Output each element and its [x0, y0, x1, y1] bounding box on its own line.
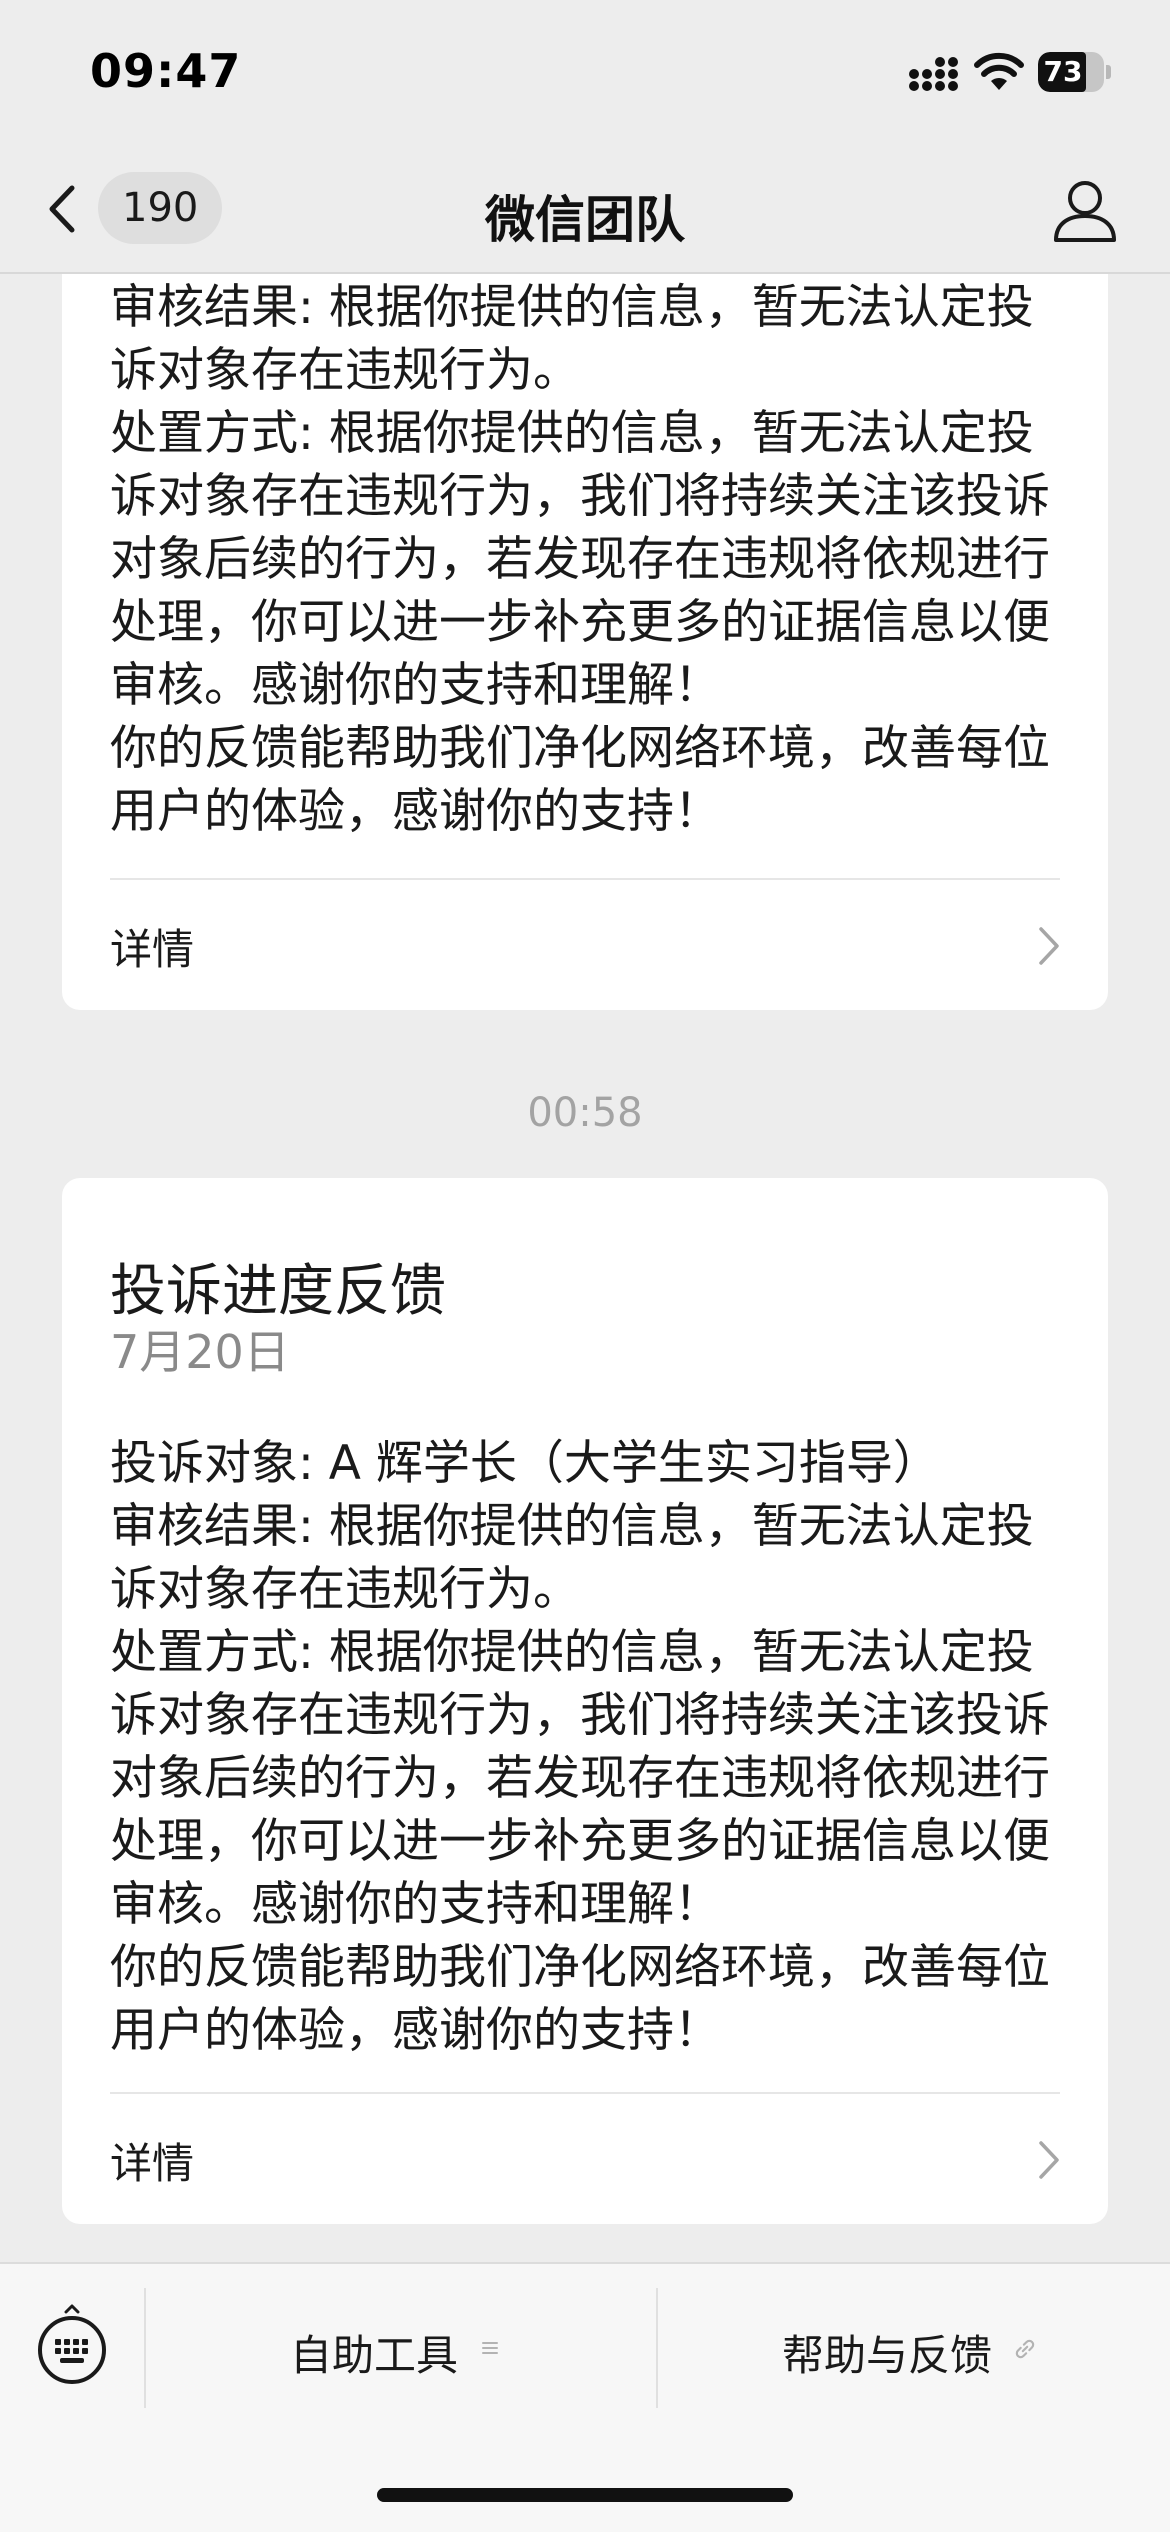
details-link[interactable]: 详情	[62, 880, 1108, 1010]
chat-title: 微信团队	[485, 191, 685, 249]
menu-item-label: 自助工具	[290, 2331, 459, 2380]
menu-lines-icon	[482, 2342, 498, 2354]
keyboard-icon[interactable]	[36, 2304, 108, 2384]
signal-icon	[909, 57, 958, 91]
nav-bar: 190 微信团队	[0, 150, 1170, 274]
message-line: 处置方式: 根据你提供的信息，暂无法认定投诉对象存在违规行为，我们将持续关注该投…	[110, 1625, 1050, 1932]
chevron-right-icon	[1039, 2141, 1059, 2179]
status-bar: 09:47 73	[0, 0, 1170, 150]
home-indicator	[377, 2488, 793, 2502]
menu-item-self-service-tools[interactable]: 自助工具	[146, 2288, 656, 2408]
message-title: 投诉进度反馈	[110, 1259, 446, 1324]
chat-screen: 09:47 73 190 微信团队 审核结果: 根据你提供的信息，暂无法认定投诉…	[0, 0, 1170, 2532]
battery-icon: 73	[1038, 52, 1112, 92]
details-link[interactable]: 详情	[62, 2094, 1108, 2224]
message-card: 投诉进度反馈 7月20日 投诉对象: A 辉学长（大学生实习指导） 审核结果: …	[62, 1178, 1108, 2224]
message-body: 审核结果: 根据你提供的信息，暂无法认定投诉对象存在违规行为。 处置方式: 根据…	[110, 276, 1070, 843]
message-line: 审核结果: 根据你提供的信息，暂无法认定投诉对象存在违规行为。	[110, 1499, 1034, 1617]
details-label: 详情	[110, 2139, 195, 2188]
message-body: 投诉对象: A 辉学长（大学生实习指导） 审核结果: 根据你提供的信息，暂无法认…	[110, 1432, 1070, 2062]
message-line: 审核结果: 根据你提供的信息，暂无法认定投诉对象存在违规行为。	[110, 280, 1034, 398]
message-timestamp: 00:58	[527, 1090, 643, 1136]
details-label: 详情	[110, 925, 195, 974]
wifi-icon	[974, 52, 1024, 90]
link-icon	[1015, 2339, 1035, 2359]
battery-cap	[1106, 65, 1111, 79]
battery-level: 73	[1043, 55, 1083, 88]
chevron-right-icon	[1039, 927, 1059, 965]
person-icon[interactable]	[1050, 176, 1120, 246]
message-line: 你的反馈能帮助我们净化网络环境，改善每位用户的体验，感谢你的支持！	[110, 1940, 1050, 2058]
message-line: 处置方式: 根据你提供的信息，暂无法认定投诉对象存在违规行为，我们将持续关注该投…	[110, 406, 1050, 713]
message-line: 投诉对象: A 辉学长（大学生实习指导）	[110, 1436, 940, 1491]
menu-item-label: 帮助与反馈	[782, 2331, 993, 2380]
menu-item-help-feedback[interactable]: 帮助与反馈	[658, 2288, 1170, 2408]
battery-body: 73	[1038, 52, 1104, 92]
message-date: 7月20日	[110, 1325, 290, 1379]
status-time: 09:47	[90, 44, 242, 98]
message-card: 审核结果: 根据你提供的信息，暂无法认定投诉对象存在违规行为。 处置方式: 根据…	[62, 200, 1108, 1010]
message-line: 你的反馈能帮助我们净化网络环境，改善每位用户的体验，感谢你的支持！	[110, 721, 1050, 839]
